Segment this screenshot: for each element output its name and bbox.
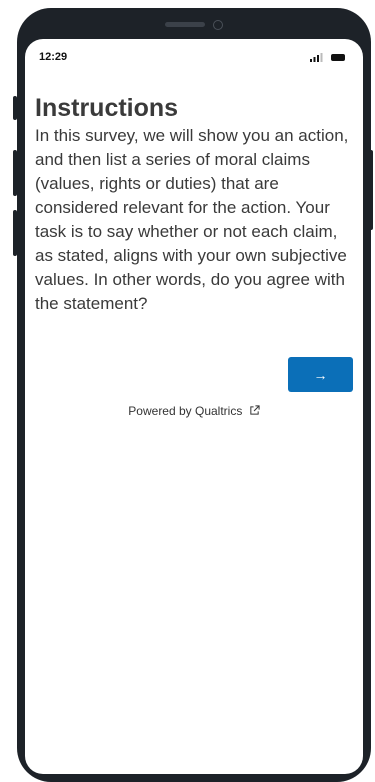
next-button[interactable]: → <box>288 357 353 392</box>
instructions-section: Instructions In this survey, we will sho… <box>35 94 355 316</box>
side-button-power <box>369 150 373 230</box>
battery-icon <box>331 54 345 61</box>
external-link-icon <box>250 405 260 415</box>
arrow-right-icon: → <box>313 366 328 383</box>
status-time: 12:29 <box>39 51 68 63</box>
page-title: Instructions <box>35 94 179 122</box>
camera-icon <box>213 20 223 30</box>
powered-by-text: Powered by Qualtrics <box>128 404 243 418</box>
side-button-volume-up <box>13 150 17 196</box>
phone-screen: 12:29 Instructions In this survey, we wi… <box>25 39 363 774</box>
cellular-signal-icon <box>310 53 323 62</box>
status-bar: 12:29 <box>25 39 363 75</box>
speaker-grille <box>165 22 205 27</box>
instructions-text: In this survey, we will show you an acti… <box>35 126 349 313</box>
powered-by-link[interactable]: Powered by Qualtrics <box>25 404 363 418</box>
side-button-volume-down <box>13 210 17 256</box>
side-button-mute <box>13 96 17 120</box>
